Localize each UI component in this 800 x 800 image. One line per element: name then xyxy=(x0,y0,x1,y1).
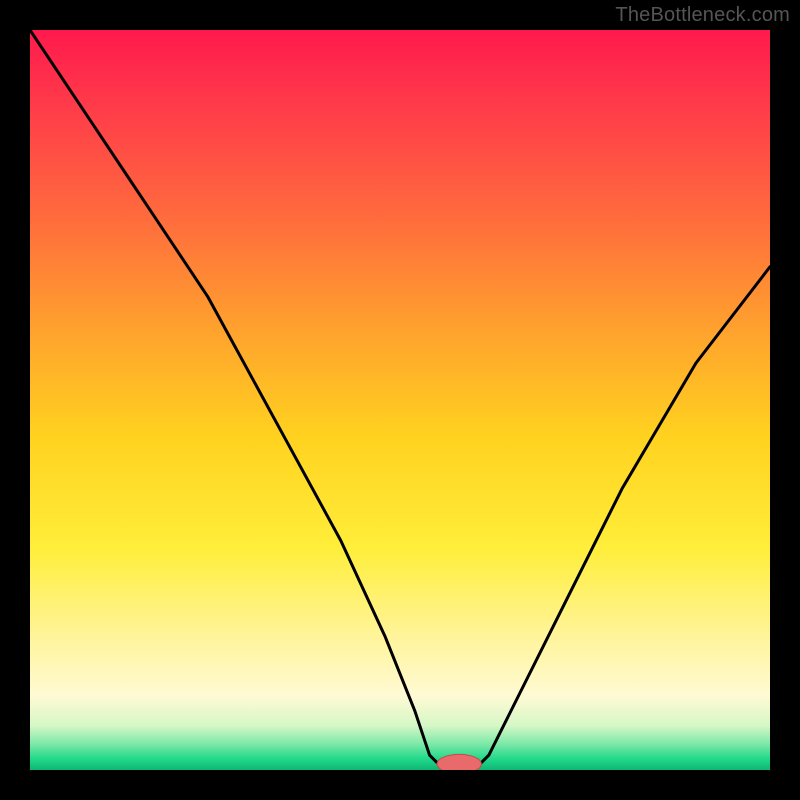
chart-svg xyxy=(30,30,770,770)
gradient-background xyxy=(30,30,770,770)
watermark-text: TheBottleneck.com xyxy=(615,4,790,27)
chart-container: TheBottleneck.com xyxy=(0,0,800,800)
plot-frame xyxy=(30,30,770,770)
minimum-marker xyxy=(437,754,481,770)
